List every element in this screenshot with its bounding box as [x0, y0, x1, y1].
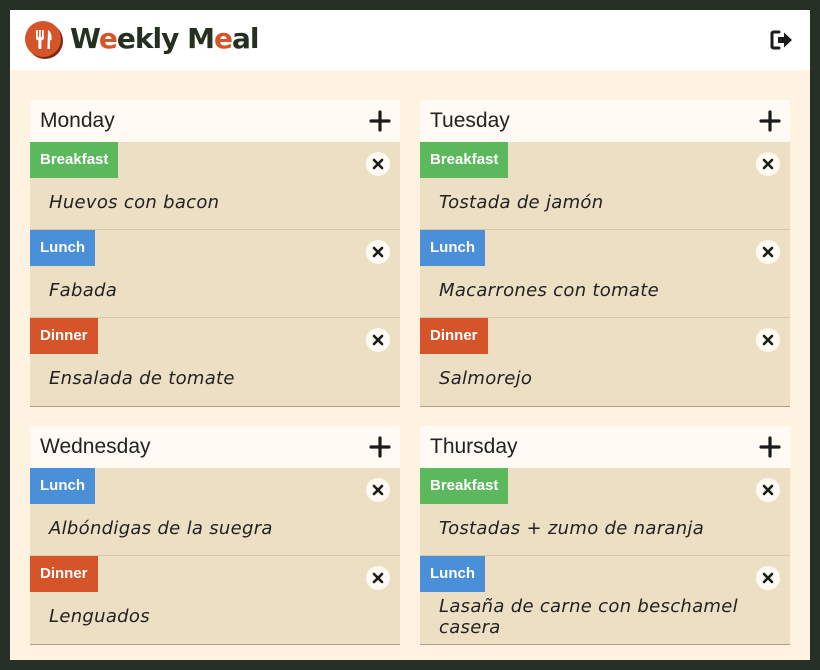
- meal-dish-name: Macarrones con tomate: [439, 280, 659, 301]
- close-icon: [762, 572, 774, 584]
- close-icon: [372, 158, 384, 170]
- remove-meal-button[interactable]: [756, 328, 780, 352]
- remove-meal-button[interactable]: [756, 152, 780, 176]
- close-icon: [372, 334, 384, 346]
- close-icon: [372, 484, 384, 496]
- meal-type-badge: Lunch: [30, 230, 95, 266]
- add-meal-button[interactable]: [368, 109, 392, 133]
- day-card-monday: Monday Breakfast Huevos con bacon Lunch Faba…: [30, 100, 400, 407]
- close-icon: [762, 158, 774, 170]
- fork-knife-icon: [25, 21, 61, 57]
- day-title: Wednesday: [40, 435, 151, 458]
- remove-meal-button[interactable]: [756, 478, 780, 502]
- meal-type-badge: Breakfast: [420, 468, 509, 504]
- plus-icon: [369, 436, 391, 458]
- add-meal-button[interactable]: [758, 435, 782, 459]
- day-card-thursday: Thursday Breakfast Tostadas + zumo de nara…: [420, 426, 790, 645]
- remove-meal-button[interactable]: [756, 240, 780, 264]
- meal-dish-name: Albóndigas de la suegra: [49, 518, 273, 539]
- meal-type-badge: Breakfast: [30, 142, 119, 178]
- meal-item: Dinner Lenguados: [30, 556, 400, 644]
- meal-item: Breakfast Tostada de jamón: [420, 142, 790, 230]
- day-title: Monday: [40, 109, 115, 132]
- remove-meal-button[interactable]: [366, 240, 390, 264]
- meal-dish-name: Tostada de jamón: [439, 192, 604, 213]
- meal-item: Lunch Macarrones con tomate: [420, 230, 790, 318]
- day-card-tuesday: Tuesday Breakfast Tostada de jamón Lunch Mac…: [420, 100, 790, 407]
- meal-type-badge: Lunch: [30, 468, 95, 504]
- plus-icon: [759, 110, 781, 132]
- meal-item: Breakfast Huevos con bacon: [30, 142, 400, 230]
- meal-item: Dinner Ensalada de tomate: [30, 318, 400, 406]
- app-title: Weekly Meal: [70, 22, 259, 55]
- meal-dish-name: Ensalada de tomate: [49, 368, 235, 389]
- meal-type-badge: Breakfast: [420, 142, 509, 178]
- meal-item: Lunch Lasaña de carne con beschamel caser…: [420, 556, 790, 644]
- logout-button[interactable]: [768, 26, 796, 54]
- app-frame: Weekly Meal Monday Breakfast Huevos con ba…: [10, 10, 810, 660]
- meal-dish-name: Fabada: [49, 280, 118, 301]
- day-card-wednesday: Wednesday Lunch Albóndigas de la suegra Din…: [30, 426, 400, 645]
- meal-item: Lunch Fabada: [30, 230, 400, 318]
- meal-item: Dinner Salmorejo: [420, 318, 790, 406]
- day-header: Monday: [30, 100, 400, 142]
- meal-type-badge: Dinner: [30, 556, 98, 592]
- meal-type-badge: Dinner: [30, 318, 98, 354]
- day-title: Tuesday: [430, 109, 510, 132]
- close-icon: [762, 246, 774, 258]
- meal-dish-name: Huevos con bacon: [49, 192, 220, 213]
- day-title: Thursday: [430, 435, 518, 458]
- meal-dish-name: Lenguados: [49, 606, 150, 627]
- day-header: Tuesday: [420, 100, 790, 142]
- meal-dish-name: Salmorejo: [439, 368, 533, 389]
- meal-type-badge: Lunch: [420, 556, 485, 592]
- remove-meal-button[interactable]: [366, 328, 390, 352]
- plus-icon: [759, 436, 781, 458]
- logout-icon: [770, 30, 792, 50]
- remove-meal-button[interactable]: [366, 478, 390, 502]
- close-icon: [762, 484, 774, 496]
- meal-type-badge: Lunch: [420, 230, 485, 266]
- close-icon: [372, 246, 384, 258]
- remove-meal-button[interactable]: [366, 566, 390, 590]
- remove-meal-button[interactable]: [756, 566, 780, 590]
- close-icon: [372, 572, 384, 584]
- add-meal-button[interactable]: [368, 435, 392, 459]
- top-bar: Weekly Meal: [10, 10, 810, 70]
- close-icon: [762, 334, 774, 346]
- day-header: Wednesday: [30, 426, 400, 468]
- plus-icon: [369, 110, 391, 132]
- remove-meal-button[interactable]: [366, 152, 390, 176]
- add-meal-button[interactable]: [758, 109, 782, 133]
- meal-dish-name: Lasaña de carne con beschamel casera: [439, 596, 738, 638]
- day-header: Thursday: [420, 426, 790, 468]
- meal-dish-name: Tostadas + zumo de naranja: [439, 518, 705, 539]
- meal-type-badge: Dinner: [420, 318, 488, 354]
- meal-item: Lunch Albóndigas de la suegra: [30, 468, 400, 556]
- meal-item: Breakfast Tostadas + zumo de naranja: [420, 468, 790, 556]
